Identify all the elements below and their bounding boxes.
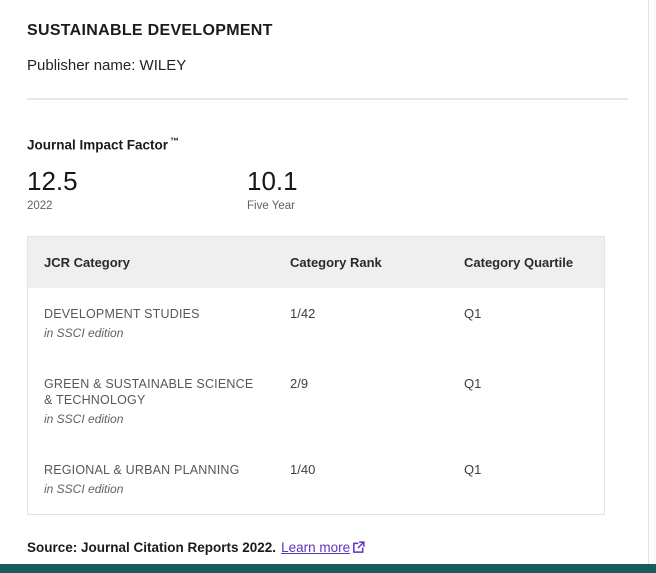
source-line: Source: Journal Citation Reports 2022. Le… bbox=[27, 540, 628, 557]
category-name: DEVELOPMENT STUDIES bbox=[44, 306, 258, 322]
footer-accent-bar bbox=[0, 564, 656, 573]
publisher-name: Publisher name: WILEY bbox=[27, 57, 628, 74]
jif-heading-label: Journal Impact Factor bbox=[27, 138, 168, 153]
cell-quartile: Q1 bbox=[448, 358, 605, 444]
jif-five-year-label: Five Year bbox=[247, 200, 467, 212]
table-row: REGIONAL & URBAN PLANNING in SSCI editio… bbox=[28, 444, 605, 515]
header-category-rank: Category Rank bbox=[274, 236, 448, 288]
scrollbar-track[interactable] bbox=[648, 0, 656, 573]
cell-category: GREEN & SUSTAINABLE SCIENCE & TECHNOLOGY… bbox=[28, 358, 275, 444]
category-name: GREEN & SUSTAINABLE SCIENCE & TECHNOLOGY bbox=[44, 376, 258, 408]
cell-category: DEVELOPMENT STUDIES in SSCI edition bbox=[28, 288, 275, 358]
source-text: Source: Journal Citation Reports 2022. bbox=[27, 540, 276, 555]
jif-heading: Journal Impact Factor™ bbox=[27, 136, 628, 153]
table-header-row: JCR Category Category Rank Category Quar… bbox=[28, 236, 605, 288]
cell-quartile: Q1 bbox=[448, 444, 605, 515]
table-header: JCR Category Category Rank Category Quar… bbox=[28, 236, 605, 288]
header-category-quartile: Category Quartile bbox=[448, 236, 605, 288]
header-jcr-category: JCR Category bbox=[28, 236, 275, 288]
table-row: GREEN & SUSTAINABLE SCIENCE & TECHNOLOGY… bbox=[28, 358, 605, 444]
jcr-journal-panel: SUSTAINABLE DEVELOPMENT Publisher name: … bbox=[0, 0, 656, 573]
cell-rank: 2/9 bbox=[274, 358, 448, 444]
jif-current-value: 12.5 bbox=[27, 166, 247, 196]
learn-more-link[interactable]: Learn more bbox=[281, 540, 350, 555]
cell-rank: 1/40 bbox=[274, 444, 448, 515]
jif-current-block: 12.5 2022 bbox=[27, 166, 247, 212]
section-divider bbox=[27, 98, 628, 100]
category-edition: in SSCI edition bbox=[44, 412, 258, 426]
jif-values: 12.5 2022 10.1 Five Year bbox=[27, 166, 628, 212]
category-edition: in SSCI edition bbox=[44, 482, 258, 496]
external-link-icon[interactable] bbox=[352, 541, 365, 557]
jif-current-label: 2022 bbox=[27, 200, 247, 212]
cell-rank: 1/42 bbox=[274, 288, 448, 358]
journal-title: SUSTAINABLE DEVELOPMENT bbox=[27, 22, 628, 40]
category-name: REGIONAL & URBAN PLANNING bbox=[44, 462, 258, 478]
jcr-category-table: JCR Category Category Rank Category Quar… bbox=[27, 236, 605, 515]
category-edition: in SSCI edition bbox=[44, 326, 258, 340]
panel-content: SUSTAINABLE DEVELOPMENT Publisher name: … bbox=[0, 0, 656, 557]
cell-category: REGIONAL & URBAN PLANNING in SSCI editio… bbox=[28, 444, 275, 515]
jif-five-year-value: 10.1 bbox=[247, 166, 467, 196]
trademark-symbol: ™ bbox=[170, 136, 179, 146]
table-row: DEVELOPMENT STUDIES in SSCI edition 1/42… bbox=[28, 288, 605, 358]
jif-five-year-block: 10.1 Five Year bbox=[247, 166, 467, 212]
cell-quartile: Q1 bbox=[448, 288, 605, 358]
